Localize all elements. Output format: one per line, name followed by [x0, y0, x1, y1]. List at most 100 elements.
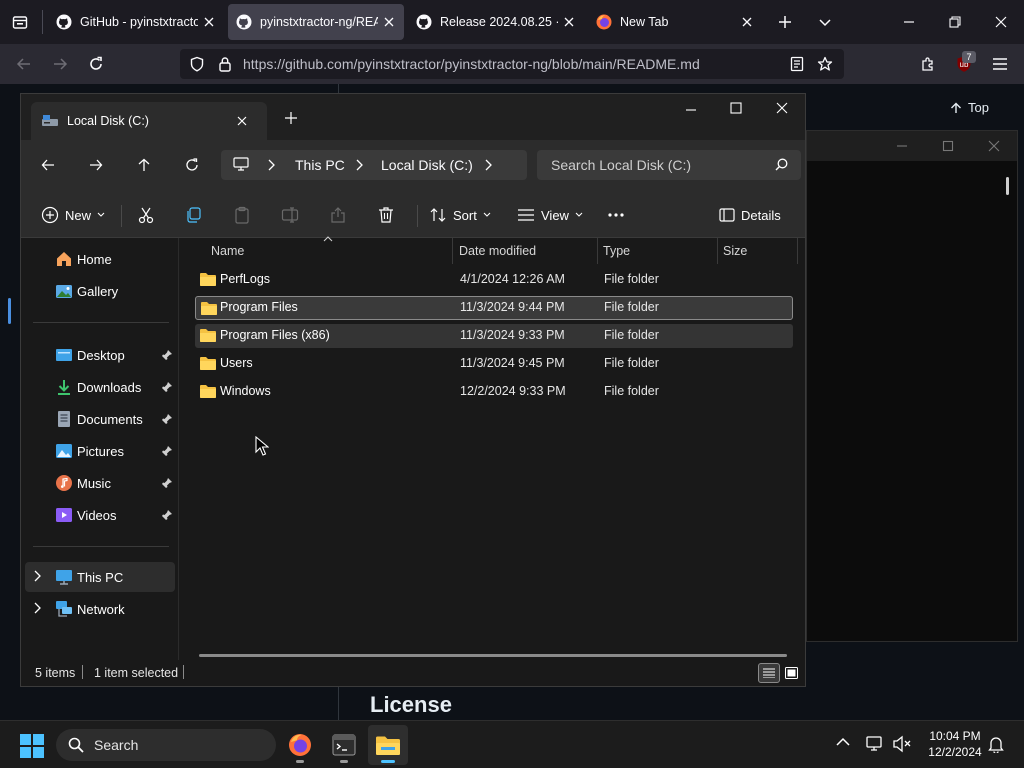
list-all-tabs-icon[interactable] [816, 13, 834, 31]
close-window-icon[interactable] [774, 100, 790, 116]
reader-view-icon[interactable] [788, 55, 806, 73]
rename-button[interactable] [281, 192, 299, 238]
terminal-close-icon[interactable] [987, 139, 1001, 153]
breadcrumb-local-disk[interactable]: Local Disk (C:) [381, 157, 473, 173]
details-view-toggle[interactable] [758, 663, 780, 683]
table-row[interactable]: Users 11/3/2024 9:45 PM File folder [195, 352, 793, 376]
taskbar-firefox[interactable] [280, 725, 320, 765]
taskbar-terminal[interactable] [324, 725, 364, 765]
back-icon[interactable] [14, 54, 34, 74]
browser-tab-active[interactable]: pyinstxtractor-ng/README [228, 4, 404, 40]
close-tab-icon[interactable] [562, 15, 576, 29]
extensions-icon[interactable] [918, 54, 938, 74]
search-icon[interactable] [775, 158, 788, 171]
github-top-link[interactable]: Top [950, 100, 989, 115]
firefox-view-icon[interactable] [10, 12, 30, 32]
explorer-tab[interactable]: Local Disk (C:) [31, 102, 267, 140]
sidebar-item-gallery[interactable]: Gallery [21, 276, 179, 306]
sidebar-item-desktop[interactable]: Desktop [21, 340, 179, 370]
delete-button[interactable] [377, 192, 395, 238]
forward-icon[interactable] [50, 54, 70, 74]
browser-tab[interactable]: New Tab [588, 4, 764, 40]
table-row-selected[interactable]: Program Files 11/3/2024 9:44 PM File fol… [195, 296, 793, 320]
pin-icon[interactable] [161, 413, 173, 425]
sidebar-item-documents[interactable]: Documents [21, 404, 179, 434]
file-name[interactable]: Program Files [220, 300, 298, 314]
sidebar-item-music[interactable]: Music [21, 468, 179, 498]
reload-icon[interactable] [86, 54, 106, 74]
sidebar-item-pictures[interactable]: Pictures [21, 436, 179, 466]
column-divider[interactable] [717, 238, 718, 264]
hamburger-menu-icon[interactable] [990, 54, 1010, 74]
bookmark-star-icon[interactable] [816, 55, 834, 73]
close-tab-icon[interactable] [382, 15, 396, 29]
search-placeholder[interactable]: Search Local Disk (C:) [551, 157, 691, 173]
restore-icon[interactable] [946, 13, 964, 31]
sidebar-item-videos[interactable]: Videos [21, 500, 179, 530]
terminal-maximize-icon[interactable] [941, 139, 955, 153]
column-divider[interactable] [452, 238, 453, 264]
sort-button[interactable]: Sort [429, 192, 491, 238]
view-button[interactable]: View [517, 192, 583, 238]
table-row[interactable]: PerfLogs 4/1/2024 12:26 AM File folder [195, 268, 793, 292]
new-tab-icon[interactable] [776, 13, 794, 31]
column-header-date[interactable]: Date modified [459, 244, 536, 258]
taskbar-file-explorer[interactable] [368, 725, 408, 765]
pin-icon[interactable] [161, 509, 173, 521]
windows-start-icon[interactable] [20, 734, 44, 758]
details-button[interactable]: Details [719, 192, 781, 238]
volume-muted-icon[interactable] [892, 735, 912, 753]
pin-icon[interactable] [161, 349, 173, 361]
sidebar-item-home[interactable]: Home [21, 244, 179, 274]
sidebar-item-downloads[interactable]: Downloads [21, 372, 179, 402]
file-name[interactable]: Users [220, 356, 253, 370]
minimize-icon[interactable] [900, 13, 918, 31]
column-divider[interactable] [597, 238, 598, 264]
taskbar-search[interactable]: Search [56, 729, 276, 761]
paste-button[interactable] [233, 192, 251, 238]
forward-arrow-icon[interactable] [87, 156, 105, 174]
column-header-type[interactable]: Type [603, 244, 630, 258]
breadcrumb-this-pc[interactable]: This PC [295, 157, 345, 173]
new-tab-icon[interactable] [283, 110, 299, 126]
breadcrumb[interactable]: This PC Local Disk (C:) [221, 150, 527, 180]
back-arrow-icon[interactable] [39, 156, 57, 174]
column-header-size[interactable]: Size [723, 244, 747, 258]
chevron-right-icon[interactable] [33, 602, 43, 614]
column-header-name[interactable]: Name [211, 244, 244, 258]
sidebar-item-network[interactable]: Network [21, 594, 179, 624]
network-status-icon[interactable] [866, 735, 886, 753]
copy-button[interactable] [185, 192, 203, 238]
more-options-button[interactable] [607, 192, 625, 238]
file-name[interactable]: PerfLogs [220, 272, 270, 286]
minimize-icon[interactable] [683, 102, 699, 118]
close-window-icon[interactable] [992, 13, 1010, 31]
search-box[interactable]: Search Local Disk (C:) [537, 150, 801, 180]
shield-icon[interactable] [188, 55, 206, 73]
refresh-icon[interactable] [183, 156, 201, 174]
horizontal-scrollbar[interactable] [199, 654, 787, 657]
pin-icon[interactable] [161, 381, 173, 393]
chevron-right-icon[interactable] [33, 570, 43, 582]
close-tab-icon[interactable] [740, 15, 754, 29]
taskbar-clock[interactable]: 10:04 PM 12/2/2024 [920, 728, 990, 760]
chevron-right-icon[interactable] [267, 159, 275, 171]
pin-icon[interactable] [161, 477, 173, 489]
new-button[interactable]: New [41, 192, 105, 238]
file-name[interactable]: Program Files (x86) [220, 328, 330, 342]
column-divider[interactable] [797, 238, 798, 264]
tiles-view-toggle[interactable] [782, 664, 800, 682]
share-button[interactable] [329, 192, 347, 238]
pin-icon[interactable] [161, 445, 173, 457]
sidebar-item-this-pc[interactable]: This PC [25, 562, 175, 592]
maximize-icon[interactable] [728, 100, 744, 116]
terminal-scrollbar[interactable] [1006, 177, 1009, 195]
close-tab-icon[interactable] [237, 116, 247, 126]
table-row[interactable]: Windows 12/2/2024 9:33 PM File folder [195, 380, 793, 404]
notification-bell-icon[interactable] [988, 735, 1004, 753]
browser-tab[interactable]: GitHub - pyinstxtractor [48, 4, 224, 40]
url-text[interactable]: https://github.com/pyinstxtractor/pyinst… [243, 56, 700, 72]
show-hidden-icons-chevron-icon[interactable] [836, 737, 850, 747]
close-tab-icon[interactable] [202, 15, 216, 29]
cut-button[interactable] [137, 192, 155, 238]
